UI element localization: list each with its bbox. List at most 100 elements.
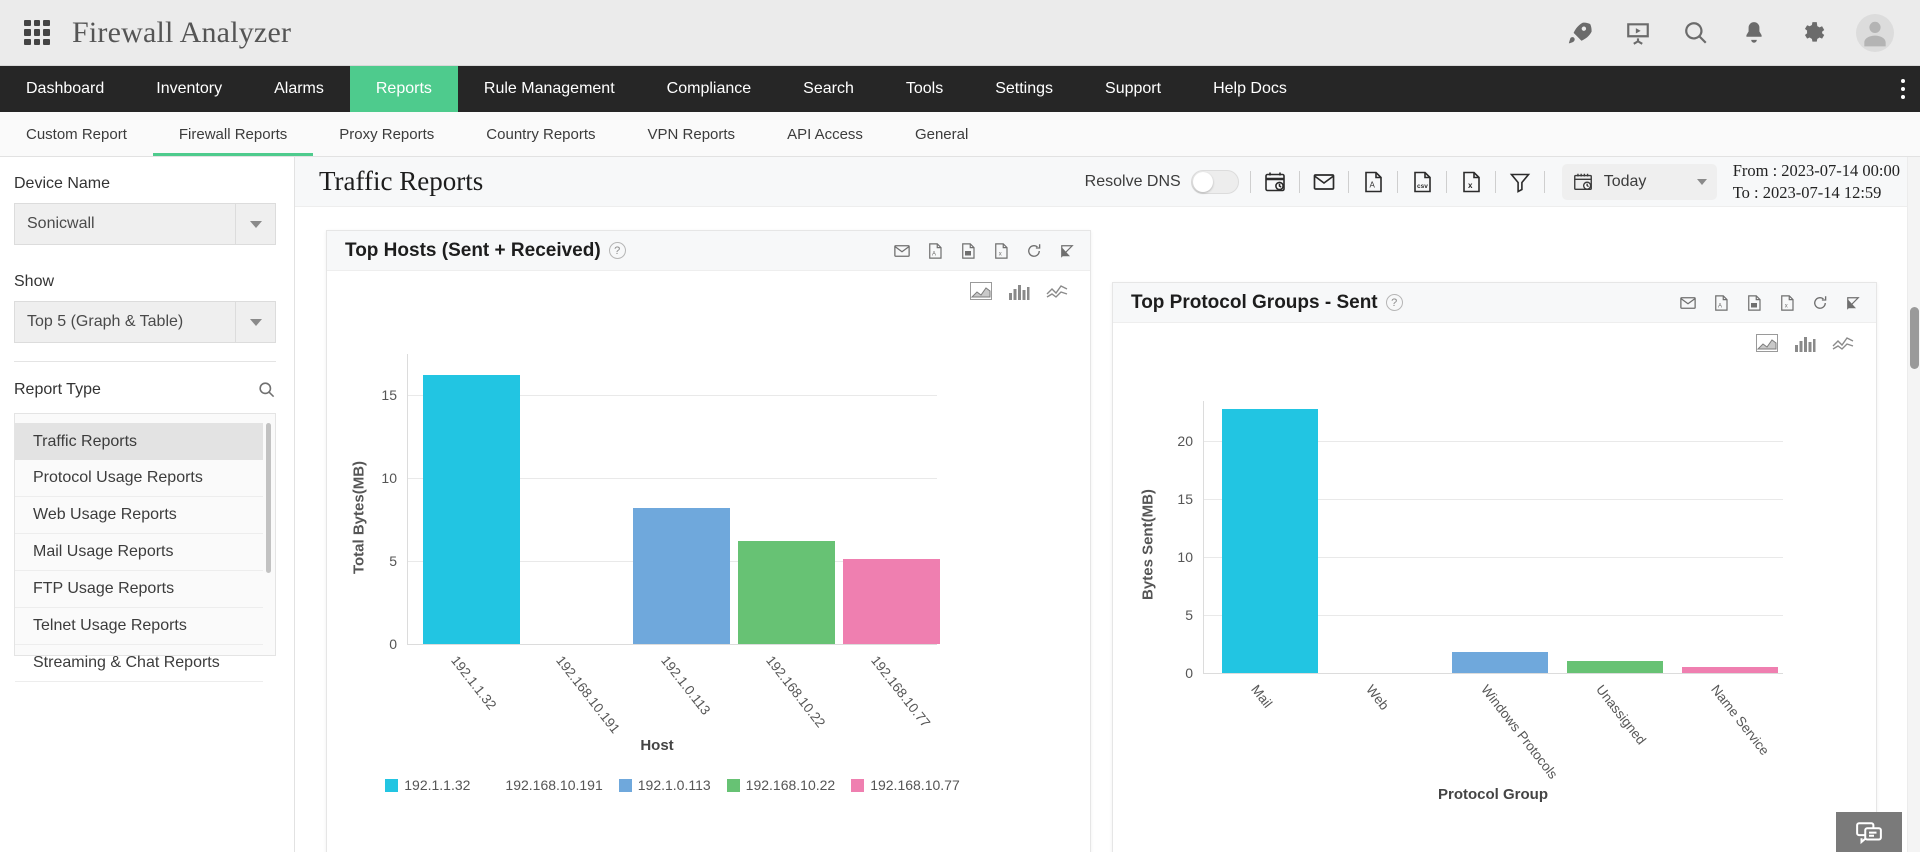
expand-icon[interactable] xyxy=(1057,241,1076,260)
bar-chart-icon[interactable] xyxy=(1794,333,1816,353)
bar-chart-icon[interactable] xyxy=(1008,281,1030,301)
report-type-scrollbar[interactable] xyxy=(266,423,271,573)
help-icon[interactable]: ? xyxy=(1385,294,1403,311)
email-icon[interactable] xyxy=(1311,169,1337,195)
nav-item-help-docs[interactable]: Help Docs xyxy=(1187,66,1313,112)
email-icon[interactable] xyxy=(892,241,911,260)
pdf-icon[interactable]: A xyxy=(1360,169,1386,195)
area-chart-icon[interactable] xyxy=(1756,333,1778,353)
line-chart-icon[interactable] xyxy=(1832,333,1854,353)
nav-item-compliance[interactable]: Compliance xyxy=(641,66,777,112)
spreadsheet-icon[interactable] xyxy=(958,241,977,260)
x-tick-label-2: 192.1.0.113 xyxy=(658,653,714,718)
csv-icon[interactable]: csv xyxy=(1409,169,1435,195)
bar-4[interactable] xyxy=(1682,667,1778,673)
subnav-item-api-access[interactable]: API Access xyxy=(761,112,889,156)
nav-item-tools[interactable]: Tools xyxy=(880,66,969,112)
date-range-select[interactable]: Today xyxy=(1561,163,1717,200)
search-icon[interactable] xyxy=(1682,19,1710,47)
bar-3[interactable] xyxy=(738,541,835,644)
nav-item-alarms[interactable]: Alarms xyxy=(248,66,350,112)
legend-item-0[interactable]: 192.1.1.32 xyxy=(385,777,470,793)
avatar[interactable] xyxy=(1856,13,1894,52)
more-options-icon[interactable] xyxy=(1886,66,1920,112)
filter-icon[interactable] xyxy=(1507,169,1533,195)
date-to: To : 2023-07-14 12:59 xyxy=(1732,182,1882,202)
svg-text:x: x xyxy=(1468,181,1473,190)
excel-icon[interactable]: x xyxy=(1458,169,1484,195)
report-type-item-protocol-usage-reports[interactable]: Protocol Usage Reports xyxy=(15,460,263,497)
pdf-icon[interactable]: A xyxy=(925,241,944,260)
bar-0[interactable] xyxy=(1222,409,1318,673)
subnav-item-custom-report[interactable]: Custom Report xyxy=(0,112,153,156)
show-select[interactable]: Top 5 (Graph & Table) xyxy=(14,301,276,343)
nav-item-search[interactable]: Search xyxy=(777,66,880,112)
email-icon[interactable] xyxy=(1678,293,1697,312)
nav-item-settings[interactable]: Settings xyxy=(969,66,1079,112)
chevron-down-icon[interactable] xyxy=(235,204,275,244)
legend-item-2[interactable]: 192.1.0.113 xyxy=(618,777,711,793)
subnav-item-vpn-reports[interactable]: VPN Reports xyxy=(622,112,762,156)
chevron-down-icon[interactable] xyxy=(1696,178,1707,185)
report-type-item-ftp-usage-reports[interactable]: FTP Usage Reports xyxy=(15,571,263,608)
date-from: From : 2023-07-14 00:00 xyxy=(1732,160,1900,180)
subnav-item-proxy-reports[interactable]: Proxy Reports xyxy=(313,112,460,156)
area-chart-icon[interactable] xyxy=(970,281,992,301)
scrollbar-thumb[interactable] xyxy=(1910,307,1919,369)
legend-item-3[interactable]: 192.168.10.22 xyxy=(726,777,835,793)
line-chart-icon[interactable] xyxy=(1046,281,1068,301)
panel-title: Top Protocol Groups - Sent xyxy=(1131,291,1378,313)
legend-item-4[interactable]: 192.168.10.77 xyxy=(851,777,960,793)
y-axis-line xyxy=(1203,401,1204,673)
legend-item-1[interactable]: 192.168.10.191 xyxy=(486,777,602,793)
refresh-icon[interactable] xyxy=(1810,293,1829,312)
calendar-clock-icon[interactable] xyxy=(1262,169,1288,195)
subnav-item-firewall-reports[interactable]: Firewall Reports xyxy=(152,112,314,156)
nav-item-rule-management[interactable]: Rule Management xyxy=(458,66,641,112)
gear-icon[interactable] xyxy=(1798,19,1826,47)
svg-text:A: A xyxy=(1718,303,1722,309)
bar-0[interactable] xyxy=(423,375,520,644)
chevron-down-icon[interactable] xyxy=(235,302,275,342)
pdf-icon[interactable]: A xyxy=(1711,293,1730,312)
chat-icon[interactable] xyxy=(1836,812,1902,852)
y-tick-5: 5 xyxy=(1185,607,1193,623)
report-type-item-traffic-reports[interactable]: Traffic Reports xyxy=(15,423,263,460)
bar-1[interactable] xyxy=(528,420,625,644)
apps-grid-icon[interactable] xyxy=(24,19,50,46)
search-icon[interactable] xyxy=(257,380,276,399)
nav-item-support[interactable]: Support xyxy=(1079,66,1187,112)
report-type-list[interactable]: Traffic Reports Protocol Usage Reports W… xyxy=(14,413,276,682)
report-type-item-telnet-usage-reports[interactable]: Telnet Usage Reports xyxy=(15,608,263,645)
expand-icon[interactable] xyxy=(1843,293,1862,312)
device-name-select[interactable]: Sonicwall xyxy=(14,203,276,245)
x-tick-label-2: Windows Protocols xyxy=(1478,682,1561,782)
nav-item-reports[interactable]: Reports xyxy=(349,66,458,112)
svg-text:csv: csv xyxy=(1417,183,1428,190)
bar-2[interactable] xyxy=(633,508,730,644)
bar-3[interactable] xyxy=(1567,661,1663,673)
nav-item-dashboard[interactable]: Dashboard xyxy=(0,66,130,112)
spreadsheet-icon[interactable] xyxy=(1744,293,1763,312)
report-type-item-streaming-chat-reports[interactable]: Streaming & Chat Reports xyxy=(15,645,263,682)
page-scrollbar[interactable] xyxy=(1907,157,1920,852)
rocket-icon[interactable] xyxy=(1566,19,1594,47)
legend-swatch xyxy=(385,778,399,792)
help-icon[interactable]: ? xyxy=(608,242,626,259)
nav-item-inventory[interactable]: Inventory xyxy=(130,66,248,112)
bar-1[interactable] xyxy=(1337,605,1433,673)
presentation-icon[interactable] xyxy=(1624,19,1652,47)
bar-2[interactable] xyxy=(1452,652,1548,673)
subnav-item-country-reports[interactable]: Country Reports xyxy=(460,112,621,156)
y-tick-0: 0 xyxy=(389,636,397,652)
excel-icon[interactable]: x xyxy=(991,241,1010,260)
report-type-item-web-usage-reports[interactable]: Web Usage Reports xyxy=(15,497,263,534)
bell-icon[interactable] xyxy=(1740,19,1768,47)
report-type-item-mail-usage-reports[interactable]: Mail Usage Reports xyxy=(15,534,263,571)
divider xyxy=(1396,170,1398,193)
refresh-icon[interactable] xyxy=(1024,241,1043,260)
bar-4[interactable] xyxy=(843,559,940,644)
resolve-dns-toggle[interactable] xyxy=(1190,169,1239,194)
subnav-item-general[interactable]: General xyxy=(889,112,994,156)
excel-icon[interactable]: x xyxy=(1777,293,1796,312)
